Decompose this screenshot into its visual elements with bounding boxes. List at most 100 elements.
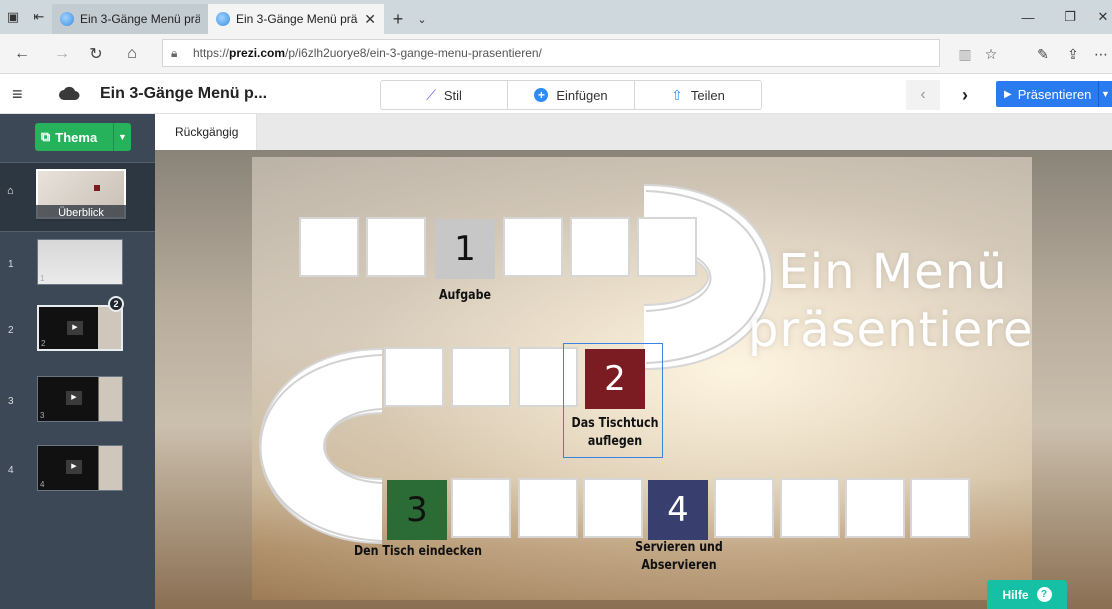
browser-tab-1[interactable]: Ein 3-Gänge Menü präsenti [52, 4, 208, 34]
document-title[interactable]: Ein 3-Gänge Menü p... [100, 74, 267, 114]
plus-circle-icon: + [534, 88, 549, 102]
help-label: Hilfe [1002, 587, 1029, 602]
thumb-index: 4 [40, 480, 45, 489]
share-icon[interactable]: ⇪ [1060, 34, 1086, 74]
insert-button[interactable]: + Einfügen [508, 81, 635, 109]
thumb-index: 1 [40, 274, 45, 283]
step-4-caption-line1: Servieren und [635, 540, 723, 555]
new-tab-button[interactable]: + [384, 4, 412, 34]
tab-actions-icon[interactable]: ▣ [0, 0, 26, 34]
theme-icon: ⧉ [41, 129, 51, 144]
browser-tab-2[interactable]: Ein 3-Gänge Menü präs ✕ [208, 4, 384, 34]
minimize-icon[interactable]: — [1010, 0, 1046, 34]
close-tab-icon[interactable]: ✕ [364, 11, 376, 28]
address-bar: ← → ↻ ⌂ 🔒︎ https://prezi.com/p/i6zlh2uor… [0, 34, 1112, 74]
slide-number: 3 [8, 396, 14, 407]
style-button[interactable]: ⟋ Stil [381, 81, 508, 109]
editor-tools: ⟋ Stil + Einfügen ⇧ Teilen [380, 80, 762, 110]
board-cell [637, 217, 697, 277]
previous-slide-button[interactable]: ‹ [906, 80, 940, 110]
next-slide-button[interactable]: › [948, 80, 982, 110]
favorite-star-icon[interactable]: ☆ [978, 34, 1004, 74]
step-3-caption[interactable]: Den Tisch eindecken [350, 543, 486, 561]
back-arrow-icon[interactable]: ← [8, 34, 36, 74]
hamburger-menu-icon[interactable]: ≡ [12, 74, 34, 114]
url-text: https://prezi.com/p/i6zlh2uorye8/ein-3-g… [193, 46, 542, 60]
slide-number: 2 [8, 325, 14, 336]
step-4-caption[interactable]: Servieren und Abservieren [627, 539, 731, 575]
thumb-mark [94, 185, 100, 191]
share-label: Teilen [690, 87, 725, 103]
slide-headline[interactable]: Ein Menü präsentieren [748, 243, 1032, 359]
refresh-icon[interactable]: ↻ [82, 34, 110, 74]
board-cell [583, 478, 643, 538]
slide-thumbnail: ▶ 4 [37, 445, 123, 491]
step-3-box[interactable]: 3 [387, 480, 447, 540]
tab-label: Ein 3-Gänge Menü präsenti [80, 12, 200, 26]
video-play-icon: ▶ [66, 460, 82, 474]
video-play-icon: ▶ [67, 321, 83, 335]
board-cell [845, 478, 905, 538]
board-cell [384, 347, 444, 407]
slide-thumbnail: ▶ 3 [37, 376, 123, 422]
lock-icon: 🔒︎ [171, 45, 178, 60]
board-cell [518, 478, 578, 538]
prezi-favicon-icon [216, 12, 230, 26]
browser-tab-strip: ▣ ⇤ Ein 3-Gänge Menü präsenti Ein 3-Gäng… [0, 0, 1112, 34]
slide-item-4[interactable]: 4 ▶ 4 [0, 445, 155, 505]
board-cell [451, 347, 511, 407]
magic-wand-icon: ⟋ [426, 86, 436, 103]
headline-line2: präsentieren [748, 302, 1032, 358]
step-1-box[interactable]: 1 [435, 219, 495, 279]
slide-item-3[interactable]: 3 ▶ 3 [0, 376, 155, 436]
close-window-icon[interactable]: ✕ [1094, 0, 1112, 34]
prezi-favicon-icon [60, 12, 74, 26]
present-dropdown-button[interactable]: ▼ [1098, 81, 1112, 107]
theme-button[interactable]: ⧉ Thema ▼ [35, 123, 131, 151]
step-1-caption[interactable]: Aufgabe [425, 287, 505, 305]
selection-frame[interactable] [563, 343, 663, 458]
overview-item[interactable]: ⌂ Überblick [0, 162, 155, 232]
slide-canvas[interactable]: 1 2 3 4 Aufgabe Das Tischtuch auflegen D… [252, 157, 1032, 600]
slide-sidebar: ⧉ Thema ▼ ⌂ Überblick 1 1 2 ▶ 2 2 3 ▶ 3 … [0, 114, 155, 609]
undo-button[interactable]: Rückgängig [155, 114, 257, 150]
pen-icon[interactable]: ✎ [1030, 34, 1056, 74]
tab-preview-icon[interactable]: ⇤ [26, 0, 52, 34]
help-button[interactable]: Hilfe ? [987, 580, 1067, 609]
cloud-icon [59, 86, 80, 100]
slide-number: 4 [8, 465, 14, 476]
thumb-index: 2 [41, 339, 46, 348]
slide-item-1[interactable]: 1 1 [0, 239, 155, 299]
step-4-caption-line2: Abservieren [641, 558, 717, 573]
present-button[interactable]: ▶ Präsentieren [996, 81, 1098, 107]
board-cell [910, 478, 970, 538]
theme-label-wrap: ⧉ Thema [35, 129, 113, 145]
board-cell [366, 217, 426, 277]
chevron-down-icon[interactable]: ⌄ [412, 4, 432, 34]
forward-arrow-icon[interactable]: → [48, 34, 76, 74]
share-button[interactable]: ⇧ Teilen [635, 81, 761, 109]
upload-icon: ⇧ [671, 86, 683, 103]
play-icon: ▶ [1004, 88, 1012, 100]
comment-count-badge[interactable]: 2 [108, 296, 124, 312]
board-cell [451, 478, 511, 538]
restore-icon[interactable]: ❐ [1052, 0, 1088, 34]
slide-thumbnail: ▶ 2 [37, 305, 123, 351]
board-cell [503, 217, 563, 277]
theme-label: Thema [55, 129, 98, 145]
slide-item-2[interactable]: 2 ▶ 2 2 [0, 296, 155, 365]
style-label: Stil [443, 87, 462, 103]
more-icon[interactable]: ⋯ [1090, 34, 1112, 74]
theme-dropdown-icon[interactable]: ▼ [113, 123, 131, 151]
home-icon[interactable]: ⌂ [118, 34, 146, 74]
board-cell [780, 478, 840, 538]
thumb-index: 3 [40, 411, 45, 420]
reading-view-icon[interactable]: ▥ [952, 34, 978, 74]
prezi-toolbar: ≡ Ein 3-Gänge Menü p... ⟋ Stil + Einfüge… [0, 74, 1112, 114]
present-label: Präsentieren [1017, 86, 1092, 102]
step-4-box[interactable]: 4 [648, 480, 708, 540]
board-cell [570, 217, 630, 277]
url-input[interactable]: 🔒︎ https://prezi.com/p/i6zlh2uorye8/ein-… [162, 39, 940, 67]
question-icon: ? [1036, 587, 1052, 602]
insert-label: Einfügen [556, 87, 608, 103]
